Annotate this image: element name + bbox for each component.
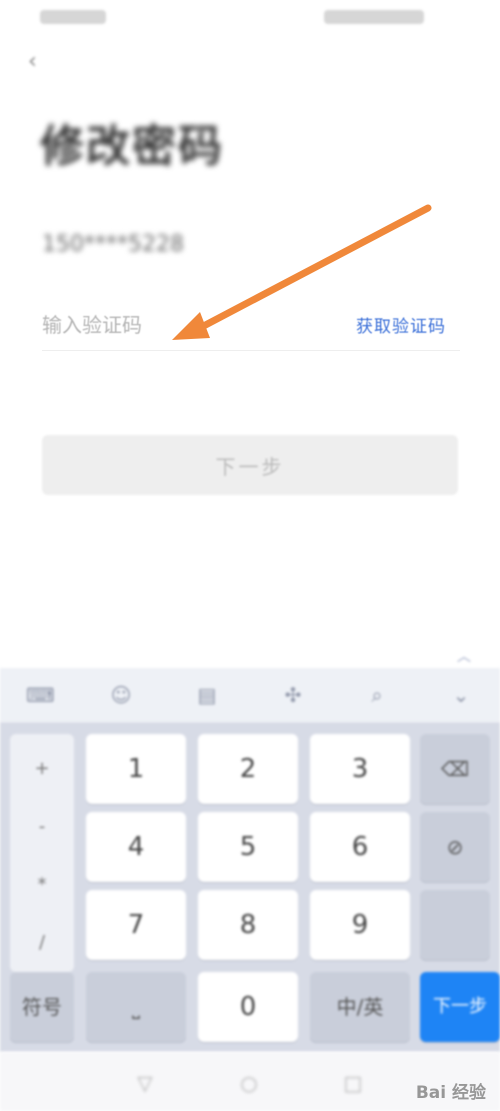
cursor-icon[interactable]: ✣ xyxy=(280,682,306,708)
numeric-keyboard: + - * / 1 2 3 ⌫ 4 5 6 ⊘ 7 8 9 符号 ⎵ 0 中/英… xyxy=(0,722,500,1052)
digit-key-0[interactable]: 0 xyxy=(198,972,298,1042)
symbols-key[interactable]: 符号 xyxy=(10,972,74,1042)
backspace-icon: ⌫ xyxy=(440,757,470,781)
digit-key-5[interactable]: 5 xyxy=(198,812,298,882)
enter-key[interactable]: 下一步 xyxy=(420,972,500,1042)
clipboard-icon[interactable]: ▤ xyxy=(194,682,220,708)
spacebar-key[interactable]: ⎵ xyxy=(86,972,186,1042)
digit-key-1[interactable]: 1 xyxy=(86,734,186,804)
page-title: 修改密码 xyxy=(40,121,224,172)
phone-number: 150****5228 xyxy=(42,232,184,257)
language-key[interactable]: 中/英 xyxy=(310,972,410,1042)
hide-keyboard-icon[interactable]: ⌄ xyxy=(448,682,474,708)
emoji-icon[interactable]: ☺ xyxy=(108,682,134,708)
verification-code-input[interactable] xyxy=(42,308,302,342)
clear-icon: ⊘ xyxy=(446,835,464,859)
battery-time-indicator xyxy=(324,10,424,24)
digit-key-9[interactable]: 9 xyxy=(310,890,410,960)
symbol-key-divide[interactable]: / xyxy=(10,932,74,953)
space-key[interactable] xyxy=(420,890,490,960)
symbol-column: + - * / xyxy=(10,734,74,972)
keyboard-collapse-icon[interactable]: ︿ xyxy=(454,646,474,665)
symbol-key-multiply[interactable]: * xyxy=(10,874,74,895)
nav-back-icon[interactable]: ▽ xyxy=(132,1070,158,1096)
watermark-logo: Bai 经验 xyxy=(415,1083,486,1103)
digit-key-7[interactable]: 7 xyxy=(86,890,186,960)
space-bar-icon: ⎵ xyxy=(132,995,140,1019)
digit-key-3[interactable]: 3 xyxy=(310,734,410,804)
digit-key-6[interactable]: 6 xyxy=(310,812,410,882)
digit-key-2[interactable]: 2 xyxy=(198,734,298,804)
get-code-link[interactable]: 获取验证码 xyxy=(356,312,446,337)
status-bar xyxy=(0,0,500,34)
keyboard-toolbar: ⌨ ☺ ▤ ✣ ⌕ ⌄ xyxy=(0,668,500,722)
keyboard-switch-icon[interactable]: ⌨ xyxy=(26,682,55,708)
clear-key[interactable]: ⊘ xyxy=(420,812,490,882)
digit-key-4[interactable]: 4 xyxy=(86,812,186,882)
verification-code-row: 获取验证码 xyxy=(42,300,460,351)
nav-recents-icon[interactable]: □ xyxy=(340,1070,366,1096)
symbol-key-minus[interactable]: - xyxy=(10,816,74,837)
search-icon[interactable]: ⌕ xyxy=(364,682,390,708)
nav-home-icon[interactable]: ○ xyxy=(236,1070,262,1096)
symbol-key-plus[interactable]: + xyxy=(10,758,74,779)
back-arrow-icon[interactable]: ‹ xyxy=(28,50,52,74)
next-step-button[interactable]: 下一步 xyxy=(42,435,458,495)
digit-key-8[interactable]: 8 xyxy=(198,890,298,960)
backspace-key[interactable]: ⌫ xyxy=(420,734,490,804)
signal-icon xyxy=(40,10,106,24)
